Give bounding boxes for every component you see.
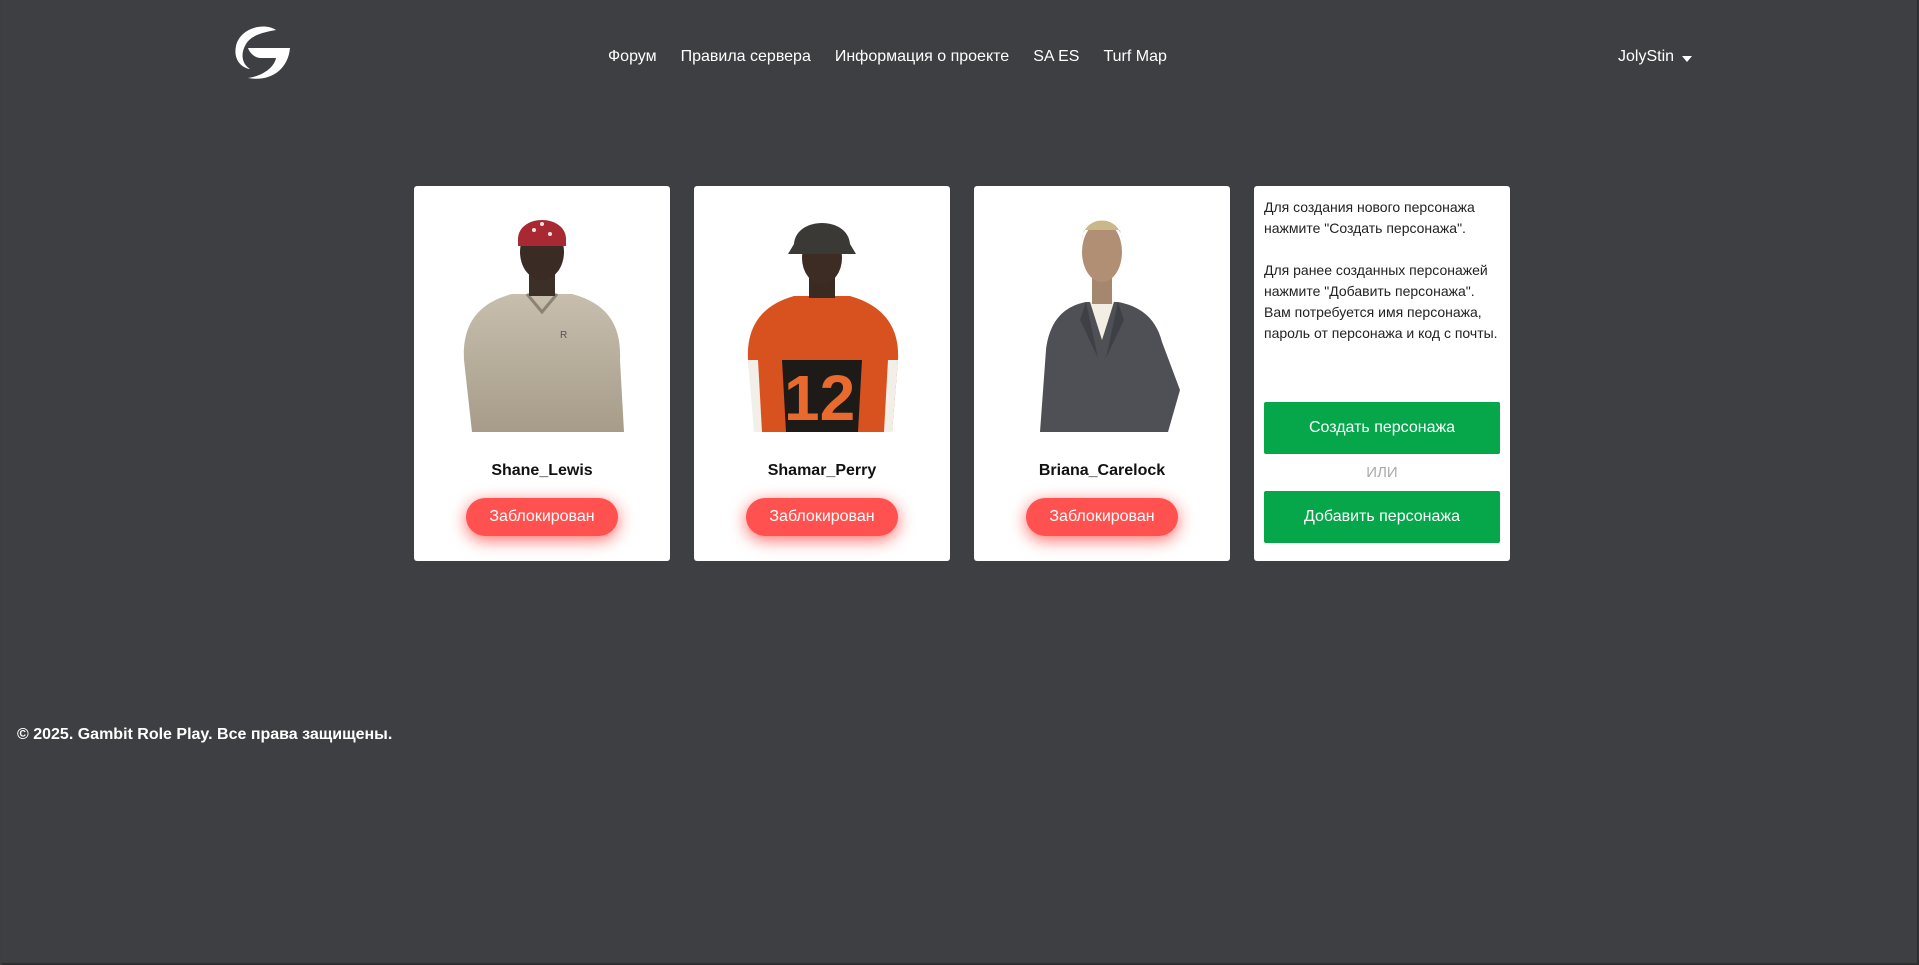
nav-sa-es[interactable]: SA ES bbox=[1033, 47, 1079, 67]
svg-text:R: R bbox=[560, 330, 567, 341]
username: JolyStin bbox=[1618, 48, 1675, 65]
nav-forum[interactable]: Форум bbox=[608, 47, 657, 67]
character-name: Briana_Carelock bbox=[1038, 462, 1166, 479]
add-character-button[interactable]: Добавить персонажа bbox=[1264, 491, 1500, 543]
character-portrait: R bbox=[463, 220, 624, 432]
character-cards: R Shane_Lewis Заблокирован 12 Shamar_Per… bbox=[414, 186, 1510, 561]
gambit-logo[interactable] bbox=[232, 24, 294, 82]
character-card: R Shane_Lewis Заблокирован bbox=[414, 186, 670, 561]
user-menu[interactable]: JolyStin bbox=[1618, 47, 1693, 67]
nav-server-rules[interactable]: Правила сервера bbox=[681, 47, 811, 67]
character-card: Briana_Carelock Заблокирован bbox=[974, 186, 1230, 561]
create-character-button[interactable]: Создать персонажа bbox=[1264, 402, 1500, 454]
svg-text:12: 12 bbox=[784, 362, 855, 432]
add-instruction: Для ранее созданных персонажей нажмите "… bbox=[1264, 262, 1498, 341]
footer-copyright: © 2025. Gambit Role Play. Все права защи… bbox=[17, 726, 393, 743]
nav-turf-map[interactable]: Turf Map bbox=[1103, 47, 1166, 67]
blocked-status-button[interactable]: Заблокирован bbox=[1026, 498, 1178, 536]
character-name: Shamar_Perry bbox=[767, 462, 877, 479]
or-divider: ИЛИ bbox=[1366, 464, 1398, 481]
nav-project-info[interactable]: Информация о проекте bbox=[835, 47, 1009, 67]
instructions-text: Для создания нового персонажа нажмите "С… bbox=[1264, 197, 1504, 365]
page-frame: Форум Правила сервера Информация о проек… bbox=[2, 0, 1919, 965]
character-portrait: 12 bbox=[747, 223, 899, 432]
blocked-status-button[interactable]: Заблокирован bbox=[466, 498, 618, 536]
character-portrait bbox=[1040, 220, 1180, 432]
character-name: Shane_Lewis bbox=[491, 462, 593, 479]
blocked-status-button[interactable]: Заблокирован bbox=[746, 498, 898, 536]
character-card: 12 Shamar_Perry Заблокирован bbox=[694, 186, 950, 561]
add-character-card: Для создания нового персонажа нажмите "С… bbox=[1254, 186, 1510, 561]
main-nav: Форум Правила сервера Информация о проек… bbox=[608, 47, 1191, 67]
chevron-down-icon bbox=[1682, 56, 1693, 62]
create-instruction: Для создания нового персонажа нажмите "С… bbox=[1264, 199, 1475, 236]
